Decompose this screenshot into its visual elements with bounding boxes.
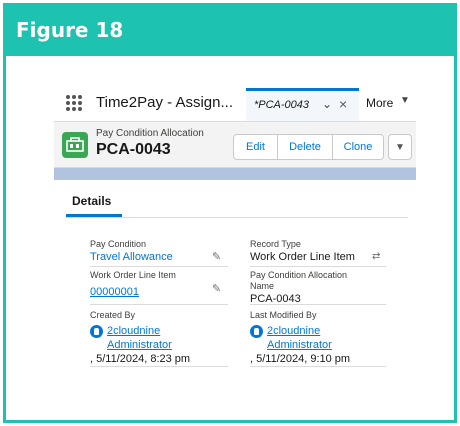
field-label: Work Order Line Item [90, 270, 176, 280]
divider [90, 366, 228, 367]
record-name: PCA-0043 [96, 141, 171, 158]
user-avatar-icon [90, 324, 103, 338]
app-launcher-icon[interactable] [66, 95, 82, 111]
page-background [54, 168, 416, 180]
change-record-type-icon[interactable]: ⇄ [372, 251, 380, 262]
field-label: Created By [90, 310, 136, 320]
last-modified-by-user: 2cloudnine [250, 324, 400, 338]
divider [66, 217, 408, 218]
field-work-order-line-item: Work Order Line Item 00000001 [90, 270, 230, 299]
record-header: Pay Condition Allocation PCA-0043 Edit D… [54, 121, 416, 168]
record-object-type: Pay Condition Allocation [96, 128, 204, 139]
app-bar: Time2Pay - Assign... *PCA-0043 ⌄ × More … [54, 84, 416, 121]
field-created-by: Created By 2cloudnine Administrator , 5/… [90, 310, 240, 366]
tab-pca-0043[interactable]: *PCA-0043 ⌄ × [246, 88, 359, 121]
divider [90, 304, 228, 305]
divider [250, 304, 386, 305]
last-modified-by-user-link-line2[interactable]: Administrator [267, 338, 400, 352]
chevron-down-icon[interactable]: ⌄ [322, 97, 332, 111]
field-pca-name: Pay Condition Allocation Name PCA-0043 [250, 270, 400, 306]
divider [90, 266, 228, 267]
last-modified-date: , 5/11/2024, 9:10 pm [250, 353, 351, 365]
field-label: Last Modified By [250, 310, 317, 320]
field-pay-condition: Pay Condition Travel Allowance [90, 239, 230, 264]
more-actions-button[interactable]: ▼ [388, 134, 412, 160]
last-modified-by-user-link[interactable]: 2cloudnine [267, 324, 320, 338]
tab-details[interactable]: Details [72, 194, 111, 208]
field-label: Name [250, 281, 275, 291]
record-actions: Edit Delete Clone [233, 134, 384, 160]
app-name: Time2Pay - Assign... [96, 94, 233, 111]
work-order-line-item-link[interactable]: 00000001 [90, 285, 230, 299]
more-tabs-button[interactable]: More [366, 96, 393, 110]
divider [250, 266, 386, 267]
tab-label: *PCA-0043 [254, 99, 310, 111]
pay-condition-allocation-icon [62, 132, 88, 158]
user-avatar-icon [250, 324, 263, 338]
caret-down-icon[interactable]: ▼ [400, 95, 410, 106]
edit-button[interactable]: Edit [233, 134, 278, 160]
divider [250, 366, 386, 367]
figure-frame: Figure 18 Time2Pay - Assign... *PCA-0043… [3, 3, 457, 423]
field-label: Record Type [250, 239, 301, 249]
pay-condition-link[interactable]: Travel Allowance [90, 250, 230, 264]
clone-button[interactable]: Clone [332, 134, 384, 160]
pencil-icon[interactable]: ✎ [212, 282, 221, 295]
created-date: , 5/11/2024, 8:23 pm [90, 353, 191, 365]
pencil-icon[interactable]: ✎ [212, 250, 221, 263]
figure-header: Figure 18 [6, 6, 454, 56]
created-by-user-link[interactable]: 2cloudnine [107, 324, 160, 338]
delete-button[interactable]: Delete [277, 134, 333, 160]
field-label: Pay Condition [90, 239, 147, 249]
field-label: Pay Condition Allocation [250, 270, 348, 280]
salesforce-screen: Time2Pay - Assign... *PCA-0043 ⌄ × More … [54, 84, 416, 396]
created-by-user-link-line2[interactable]: Administrator [107, 338, 240, 352]
created-by-user: 2cloudnine [90, 324, 240, 338]
field-last-modified-by: Last Modified By 2cloudnine Administrato… [250, 310, 400, 366]
caret-down-icon: ▼ [395, 141, 405, 153]
figure-title: Figure 18 [16, 18, 124, 42]
close-icon[interactable]: × [339, 96, 347, 112]
details-card: Details Pay Condition Travel Allowance ✎… [54, 180, 416, 396]
